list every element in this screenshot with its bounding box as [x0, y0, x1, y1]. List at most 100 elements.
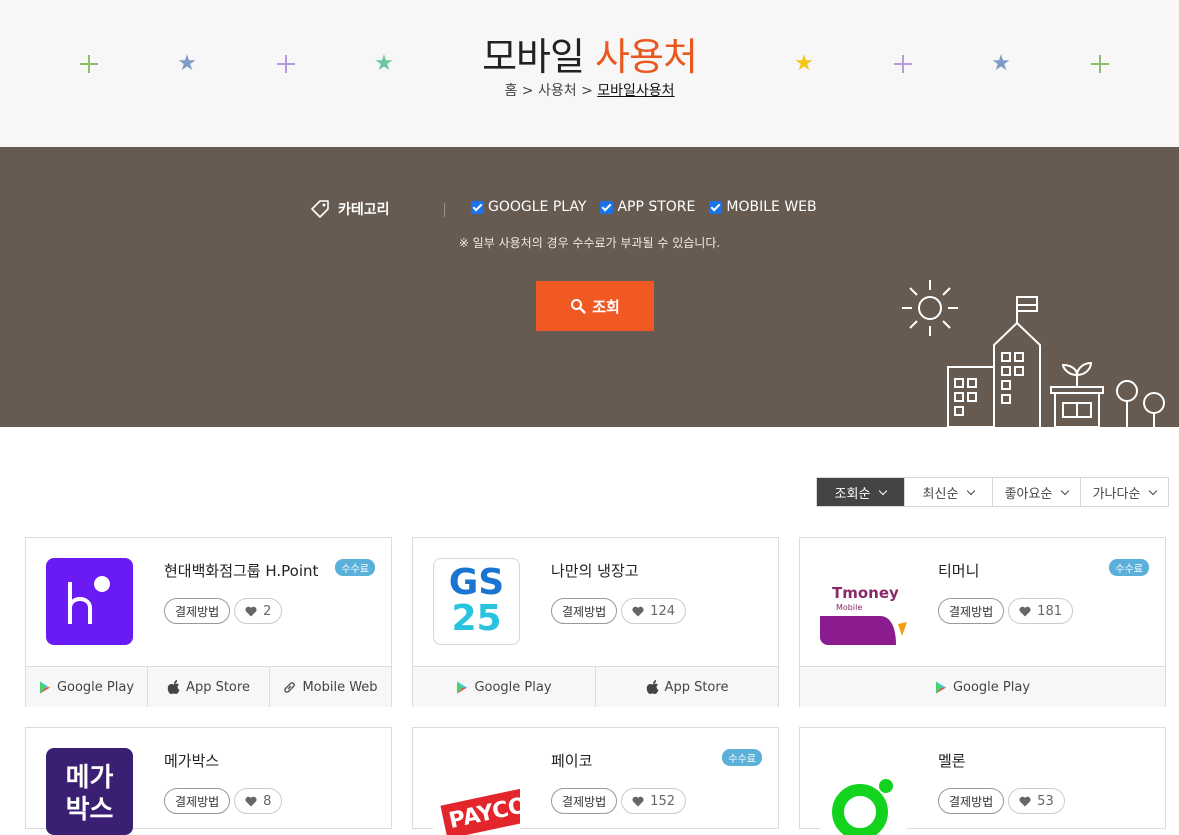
heart-icon — [245, 796, 257, 806]
like-count: 2 — [263, 603, 272, 619]
google-play-icon — [457, 681, 468, 693]
megabox-logo-text-bottom: 박스 — [65, 795, 114, 825]
megabox-logo-text-top: 메가 — [65, 763, 114, 793]
fee-badge: 수수료 — [335, 559, 375, 576]
store-name[interactable]: 나만의 냉장고 — [551, 560, 639, 581]
heart-icon — [632, 606, 644, 616]
google-play-icon — [935, 681, 946, 693]
google-play-link[interactable]: Google Play — [800, 667, 1165, 707]
app-store-link[interactable]: App Store — [147, 667, 269, 707]
store-card-megabox[interactable]: 메가 박스 메가박스 결제방법 8 — [25, 727, 392, 835]
store-link-label: Mobile Web — [302, 679, 378, 695]
like-count: 8 — [263, 793, 272, 809]
search-icon — [571, 299, 586, 314]
checkbox-checked-icon[interactable] — [600, 200, 614, 214]
payment-method-button[interactable]: 결제방법 — [551, 788, 618, 814]
payment-method-button[interactable]: 결제방법 — [551, 598, 618, 624]
category-label: 카테고리 — [310, 199, 390, 219]
filter-panel: 카테고리 GOOGLE PLAY APP STORE MOBILE WEB ※ … — [0, 147, 1179, 427]
sort-tab-alphabetical[interactable]: 가나다순 — [1080, 478, 1168, 506]
checkbox-label: GOOGLE PLAY — [488, 199, 587, 215]
store-card-payco[interactable]: PAYCO 페이코 수수료 결제방법 152 — [412, 727, 779, 835]
tag-icon — [311, 200, 329, 218]
heart-icon — [1019, 606, 1031, 616]
heart-icon — [632, 796, 644, 806]
page-title-main: 모바일 — [482, 35, 585, 79]
link-icon — [284, 681, 296, 693]
store-card-melon[interactable]: 멜론 결제방법 53 — [799, 727, 1166, 835]
like-count: 124 — [650, 603, 675, 619]
checkbox-checked-icon[interactable] — [471, 200, 484, 214]
sort-tab-label: 조회순 — [834, 486, 871, 502]
melon-logo — [820, 748, 907, 835]
page-title: 모바일 사용처 — [0, 26, 1179, 81]
store-name[interactable]: 티머니 — [938, 560, 979, 581]
store-card-gs25[interactable]: GS 25 나만의 냉장고 결제방법 124 Google Play App S… — [412, 537, 779, 707]
chevron-down-icon — [1061, 486, 1070, 495]
google-play-link[interactable]: Google Play — [26, 667, 147, 707]
store-card-tmoney[interactable]: Tmoney Mobile 티머니 수수료 결제방법 181 Google Pl… — [799, 537, 1166, 707]
tmoney-logo-text: Tmoney — [832, 584, 899, 602]
payment-method-button[interactable]: 결제방법 — [164, 598, 231, 624]
breadcrumb-usage[interactable]: 사용처 — [538, 83, 577, 99]
store-name[interactable]: 메가박스 — [164, 750, 219, 771]
breadcrumb-home[interactable]: 홈 — [504, 83, 517, 99]
fee-badge: 수수료 — [1109, 559, 1149, 576]
like-button[interactable]: 8 — [234, 788, 283, 814]
store-link-label: Google Play — [56, 679, 135, 695]
google-play-link[interactable]: Google Play — [413, 667, 595, 707]
heart-icon — [245, 606, 257, 616]
store-name[interactable]: 페이코 — [551, 750, 592, 771]
mobile-web-link[interactable]: Mobile Web — [269, 667, 391, 707]
google-play-icon — [39, 681, 50, 693]
chevron-down-icon — [1149, 486, 1158, 495]
search-button[interactable]: 조회 — [536, 281, 654, 331]
like-button[interactable]: 53 — [1008, 788, 1065, 814]
store-link-label: Google Play — [474, 679, 552, 695]
payment-method-button[interactable]: 결제방법 — [164, 788, 231, 814]
like-button[interactable]: 2 — [234, 598, 283, 624]
search-button-label: 조회 — [592, 297, 620, 316]
city-illustration-icon — [902, 280, 1165, 427]
gs25-logo-text-bottom: 25 — [451, 598, 502, 639]
sort-tab-label: 좋아요순 — [1004, 486, 1053, 502]
like-button[interactable]: 181 — [1008, 598, 1073, 624]
checkbox-label: MOBILE WEB — [726, 199, 817, 215]
like-count: 53 — [1037, 793, 1054, 809]
mobile-web-checkbox[interactable]: MOBILE WEB — [709, 199, 817, 215]
category-label-text: 카테고리 — [338, 202, 390, 218]
chevron-right-icon: > — [521, 83, 534, 99]
sort-tab-views[interactable]: 조회순 — [817, 478, 904, 506]
sort-tab-label: 가나다순 — [1092, 486, 1141, 502]
store-card-hpoint[interactable]: 현대백화점그룹 H.Point 수수료 결제방법 2 Google Play A… — [25, 537, 392, 707]
sort-tab-likes[interactable]: 좋아요순 — [992, 478, 1080, 506]
like-button[interactable]: 152 — [621, 788, 686, 814]
store-link-label: App Store — [664, 679, 729, 695]
like-count: 152 — [650, 793, 675, 809]
chevron-right-icon: > — [581, 83, 593, 99]
sort-tab-label: 최신순 — [922, 486, 959, 502]
sort-tab-newest[interactable]: 최신순 — [904, 478, 992, 506]
payment-method-button[interactable]: 결제방법 — [938, 598, 1005, 624]
payco-logo: PAYCO — [433, 748, 520, 835]
fee-badge: 수수료 — [722, 749, 762, 766]
store-name[interactable]: 현대백화점그룹 H.Point — [164, 560, 318, 581]
heart-icon — [1019, 796, 1031, 806]
chevron-down-icon — [879, 486, 888, 495]
checkbox-checked-icon[interactable] — [709, 200, 723, 214]
breadcrumb: 홈 > 사용처 > 모바일사용처 — [0, 80, 1179, 100]
page-title-accent: 사용처 — [595, 35, 698, 79]
tmoney-logo-subtext: Mobile — [836, 603, 863, 612]
store-filter-group: GOOGLE PLAY APP STORE MOBILE WEB — [471, 199, 817, 215]
app-store-link[interactable]: App Store — [595, 667, 778, 707]
app-store-checkbox[interactable]: APP STORE — [600, 199, 695, 215]
payco-logo-text: PAYCO — [440, 787, 520, 835]
payment-method-button[interactable]: 결제방법 — [938, 788, 1005, 814]
like-button[interactable]: 124 — [621, 598, 686, 624]
fee-notice: ※ 일부 사용처의 경우 수수료가 부과될 수 있습니다. — [458, 236, 721, 250]
sort-tabs: 조회순 최신순 좋아요순 가나다순 — [816, 477, 1169, 507]
store-name[interactable]: 멜론 — [938, 750, 966, 771]
breadcrumb-current[interactable]: 모바일사용처 — [597, 83, 674, 99]
google-play-checkbox[interactable]: GOOGLE PLAY — [471, 199, 586, 215]
apple-icon — [646, 679, 659, 694]
